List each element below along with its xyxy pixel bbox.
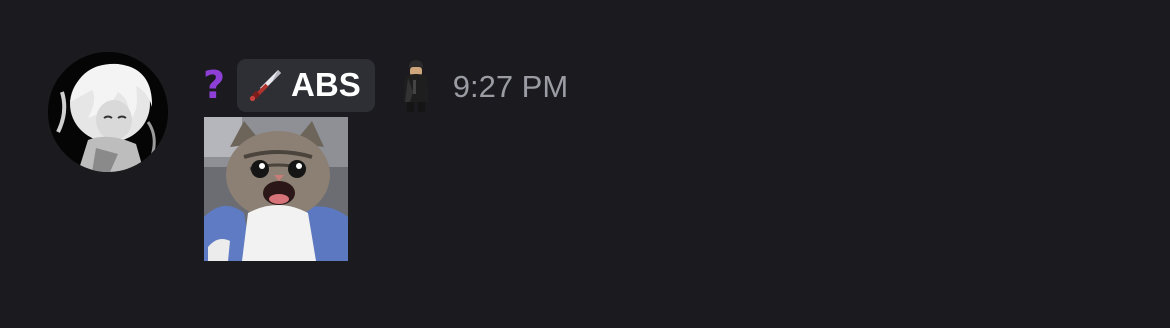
username[interactable]: ?	[203, 66, 225, 104]
user-avatar[interactable]	[48, 52, 168, 172]
message-header: ? ABS 9:27 PM	[203, 58, 568, 112]
soldier-figure-icon	[402, 60, 429, 112]
server-tag[interactable]: ABS	[237, 58, 375, 112]
tag-label: ABS	[291, 66, 361, 103]
cat-meme-image	[204, 117, 348, 261]
chat-message: ? ABS 9:27 PM	[0, 0, 1170, 328]
message-timestamp[interactable]: 9:27 PM	[453, 69, 568, 105]
sword-icon	[249, 70, 282, 102]
anime-girl-avatar-icon	[48, 52, 168, 172]
image-attachment[interactable]	[204, 117, 348, 261]
